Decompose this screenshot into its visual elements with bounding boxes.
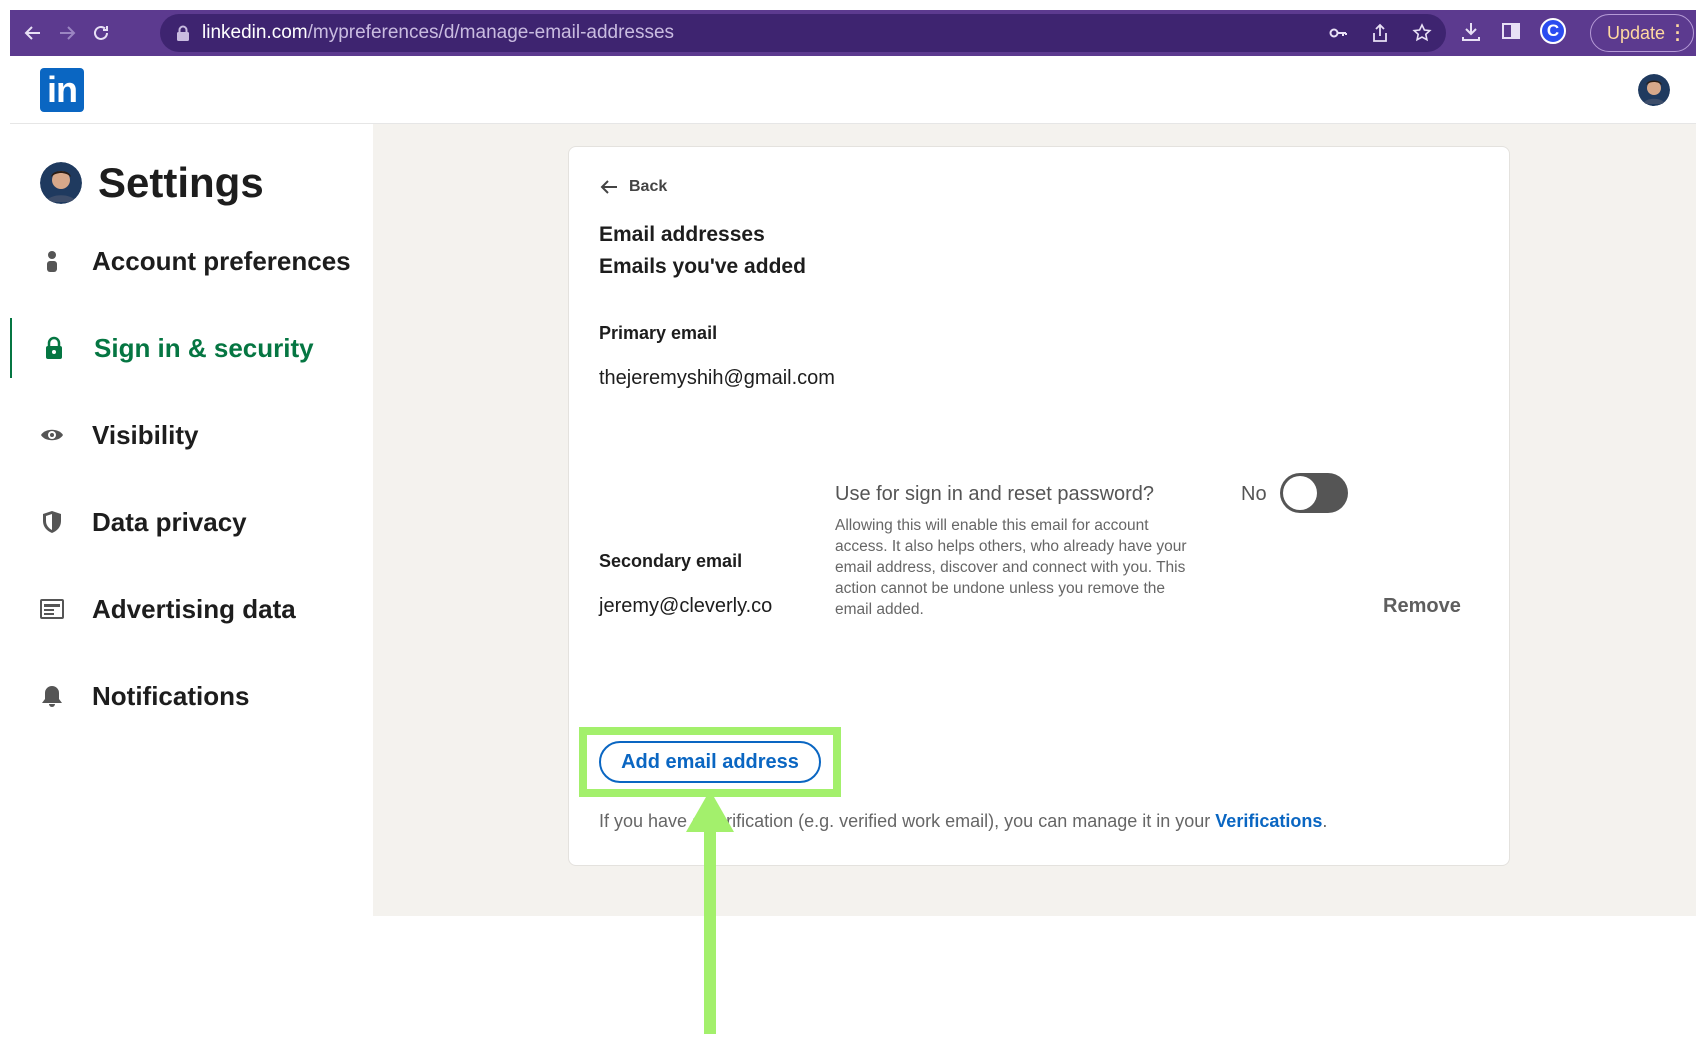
sidebar-item-label: Notifications [92,680,250,711]
arrow-left-icon [600,180,617,194]
email-addresses-card: Back Email addresses Emails you've added… [568,146,1510,866]
ad-icon [40,597,64,621]
padlock-icon [177,25,189,41]
card-title: Email addresses [599,223,765,246]
sidebar-item-data-privacy[interactable]: Data privacy [10,492,373,552]
back-link[interactable]: Back [599,177,667,197]
sidebar-item-sign-in-security[interactable]: Sign in & security [10,318,373,378]
sidebar-item-advertising-data[interactable]: Advertising data [10,579,373,639]
settings-header: Settings [40,159,264,207]
update-label: Update [1607,22,1666,43]
reload-icon[interactable] [84,16,118,50]
toggle-state-label: No [1241,483,1267,505]
sidebar-item-label: Account preferences [92,245,351,276]
toggle-knob [1283,476,1317,510]
card-subtitle: Emails you've added [599,255,806,278]
settings-sidebar: Settings Account preferences Sign in & s… [10,124,373,916]
page-title: Settings [98,159,264,206]
avatar [40,162,82,204]
avatar[interactable] [1638,74,1670,106]
lock-icon [42,336,66,360]
sidebar-item-visibility[interactable]: Visibility [10,405,373,465]
shield-icon [40,510,64,534]
address-bar[interactable]: linkedin.com/mypreferences/d/manage-emai… [160,14,1446,52]
remove-button[interactable]: Remove [1383,595,1461,618]
extension-c-icon[interactable]: C [1540,18,1566,44]
url-domain: linkedin.com [202,22,308,43]
sidebar-item-label: Advertising data [92,593,296,624]
linkedin-header: in [10,56,1696,124]
verifications-link[interactable]: Verifications [1215,811,1322,831]
download-icon[interactable] [1460,20,1482,42]
bell-icon [40,684,64,708]
primary-email-label: Primary email [599,323,718,343]
primary-email-value: thejeremyshih@gmail.com [599,367,835,389]
sidebar-item-label: Sign in & security [94,332,314,363]
sidebar-item-notifications[interactable]: Notifications [10,666,373,726]
update-button[interactable]: Update · · · [1590,14,1694,52]
signin-description: Allowing this will enable this email for… [835,517,1187,618]
url-text: linkedin.com/mypreferences/d/manage-emai… [202,22,674,44]
person-icon [40,249,64,273]
footer-suffix: . [1322,811,1328,831]
sidebar-item-account-preferences[interactable]: Account preferences [10,231,373,291]
secondary-email-value: jeremy@cleverly.co [599,595,773,617]
url-path: /mypreferences/d/manage-email-addresses [307,22,675,43]
arrow-up-annotation-icon [686,790,734,1034]
side-panel-icon[interactable] [1500,20,1522,42]
kebab-menu-icon[interactable]: · · · [1675,17,1681,49]
linkedin-logo[interactable]: in [40,68,84,112]
signin-question: Use for sign in and reset password? [835,483,1155,505]
add-email-button[interactable]: Add email address [599,741,821,783]
sidebar-item-label: Visibility [92,419,199,450]
sidebar-item-label: Data privacy [92,506,247,537]
share-icon[interactable] [1370,23,1390,43]
signin-toggle[interactable] [1280,473,1348,513]
eye-icon [40,423,64,447]
secondary-email-label: Secondary email [599,551,743,571]
back-arrow-icon[interactable] [16,16,50,50]
star-icon[interactable] [1412,23,1432,43]
forward-arrow-icon[interactable] [50,16,84,50]
back-label: Back [629,178,668,195]
browser-toolbar: linkedin.com/mypreferences/d/manage-emai… [10,10,1696,56]
key-icon[interactable] [1328,23,1348,43]
